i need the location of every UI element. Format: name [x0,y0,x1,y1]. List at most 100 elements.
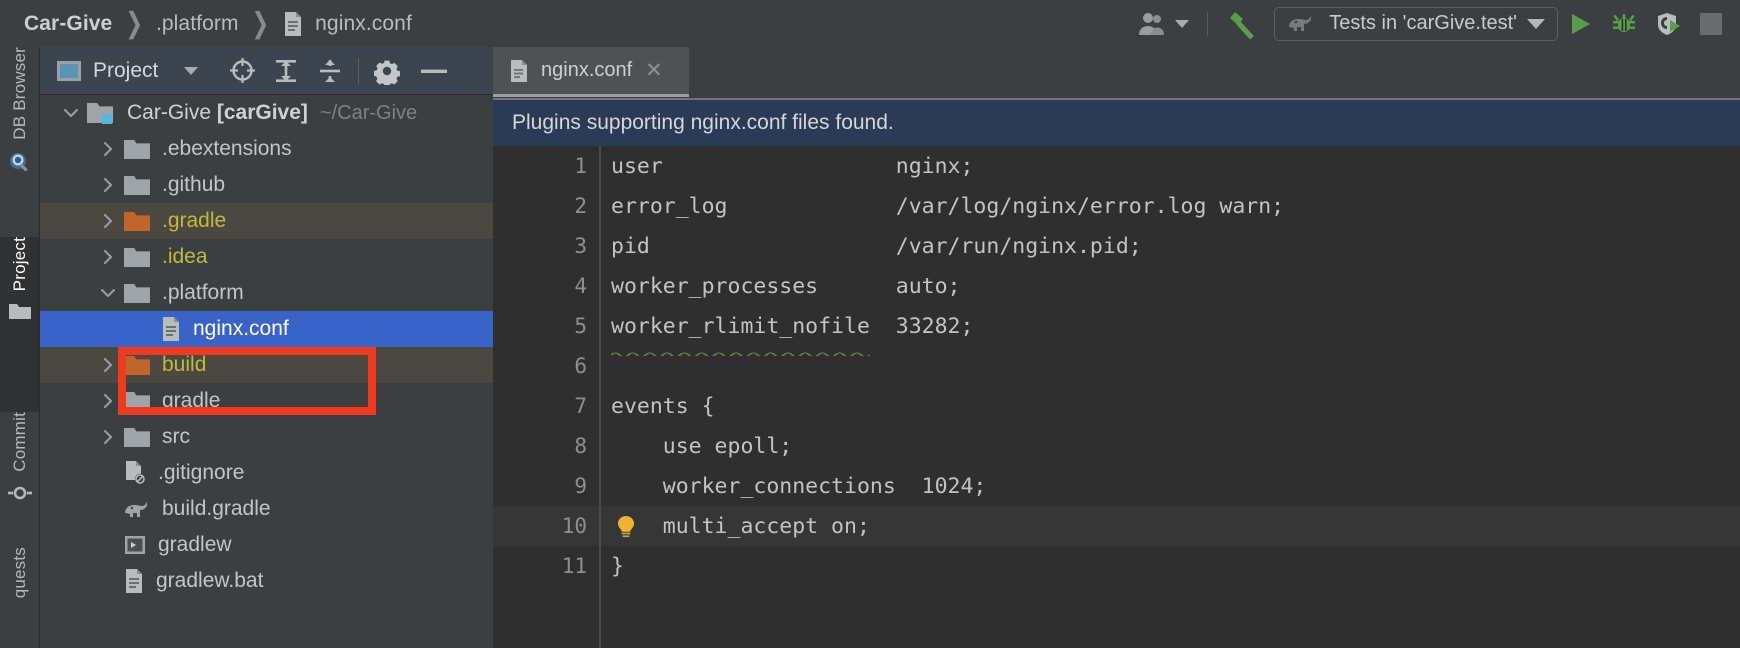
collapse-all-icon[interactable] [308,47,352,95]
project-file-tree[interactable]: Car-Give [carGive] ~/Car-Give .ebextension… [40,95,493,648]
editor-area: nginx.conf ✕ Plugins supporting nginx.co… [493,47,1740,648]
tree-item-label: .gitignore [158,461,245,484]
conf-file-icon [509,59,529,83]
tree-row[interactable]: build [40,347,493,383]
breadcrumb-separator: ❯ [125,7,143,40]
chevron-down-icon[interactable] [184,66,199,75]
sidebar-item-project[interactable]: Project [0,237,39,412]
chevron-right-icon[interactable] [93,140,123,158]
sidebar-label-commit: Commit [9,412,29,472]
tree-row[interactable]: .gitignore [40,455,493,491]
tree-row[interactable]: .github [40,167,493,203]
code-line[interactable]: 7 events { [493,386,1740,426]
chevron-right-icon[interactable] [93,356,123,374]
line-number-gutter: 9 [493,466,599,506]
tree-item-label: gradlew [158,533,232,556]
code-line[interactable]: 8 use epoll; [493,426,1740,466]
chevron-right-icon[interactable] [93,212,123,230]
line-number: 4 [574,274,587,298]
editor-tab-nginx-conf[interactable]: nginx.conf ✕ [493,47,689,97]
user-account-icon [1139,12,1165,35]
chevron-right-icon[interactable] [93,428,123,446]
run-with-coverage-button[interactable] [1646,0,1692,47]
code-line[interactable]: 11} [493,546,1740,586]
build-project-button[interactable] [1218,0,1268,47]
sidebar-item-commit[interactable]: Commit [0,412,39,547]
code-text: pid /var/run/nginx.pid; [611,233,1142,259]
warning-squiggle [609,337,871,358]
hide-panel-icon[interactable] [409,47,459,95]
tree-item-label: gradlew.bat [156,569,264,592]
code-line[interactable]: 1 user nginx; [493,146,1740,186]
gradle-elephant-icon [1289,15,1312,31]
line-number-gutter: 7 [493,386,599,426]
chevron-right-icon[interactable] [93,176,123,194]
run-button[interactable] [1558,0,1602,47]
tree-item-label: src [162,425,190,448]
folder-icon [123,138,151,161]
tree-row[interactable]: src [40,419,493,455]
title-toolbar: Car-Give ❯ .platform ❯ nginx.conf Tests … [0,0,1740,47]
script-file-icon [123,533,147,557]
code-line[interactable]: 6 [493,346,1740,386]
line-number: 2 [574,194,587,218]
tree-row[interactable]: .gradle [40,203,493,239]
tree-item-label: .idea [162,245,208,268]
run-configuration-selector[interactable]: Tests in 'carGive.test' [1274,6,1558,41]
project-panel-toolbar [220,47,459,95]
sidebar-label-pull-requests: quests [9,547,29,599]
breadcrumb-item-folder[interactable]: .platform [156,12,239,36]
gitignore-file-icon [123,460,147,486]
tree-row[interactable]: build.gradle [40,491,493,527]
folder-icon [8,301,32,321]
chevron-down-icon[interactable] [56,104,86,122]
code-line[interactable]: 2 error_log /var/log/nginx/error.log warn… [493,186,1740,226]
module-folder-icon [86,101,116,126]
tree-row[interactable]: gradlew.bat [40,563,493,599]
tree-row[interactable]: .platform [40,275,493,311]
line-number-gutter: 6 [493,346,599,386]
tree-row[interactable]: gradle [40,383,493,419]
chevron-right-icon[interactable] [93,392,123,410]
user-account-button[interactable] [1128,0,1197,47]
debug-button[interactable] [1602,0,1646,47]
sidebar-item-pull-requests[interactable]: quests [0,547,39,648]
sidebar-item-db-browser[interactable]: DB Browser [0,47,39,237]
tree-row[interactable]: .ebextensions [40,131,493,167]
select-opened-file-icon[interactable] [220,47,264,95]
conf-file-icon [123,568,145,594]
chevron-right-icon[interactable] [93,248,123,266]
code-line[interactable]: 5 worker_rlimit_nofile 33282; [493,306,1740,358]
chevron-down-icon[interactable] [93,284,123,302]
editor-tab-label: nginx.conf [541,59,633,81]
breadcrumb-item-project[interactable]: Car-Give [24,12,112,36]
tree-row[interactable]: nginx.conf [40,311,493,347]
line-number-gutter: 2 [493,186,599,226]
tree-item-label: build [162,353,207,376]
code-editor[interactable]: 1 user nginx; 2 error_log /var/log/nginx/er… [493,146,1740,648]
tree-item-label: Car-Give [carGive] [127,101,308,124]
line-number: 6 [574,354,587,378]
toolbar-divider [358,57,360,84]
gutter-divider [599,146,601,648]
code-line[interactable]: 10 multi_accept on; [493,506,1740,546]
code-line[interactable]: 3 pid /var/run/nginx.pid; [493,226,1740,266]
breadcrumb-item-file[interactable]: nginx.conf [315,12,412,36]
tree-row[interactable]: gradlew [40,527,493,563]
settings-gear-icon[interactable] [365,47,409,95]
folder-icon [123,282,151,305]
editor-notification-banner: Plugins supporting nginx.conf files foun… [493,98,1740,146]
run-triangle-icon [1572,13,1590,34]
project-view-icon [56,60,82,82]
code-text: error_log /var/log/nginx/error.log warn; [611,193,1285,219]
stop-button[interactable] [1692,0,1730,47]
line-number: 1 [574,154,587,178]
code-line[interactable]: 4 worker_processes auto; [493,266,1740,306]
close-x-icon[interactable]: ✕ [645,60,663,81]
expand-all-icon[interactable] [264,47,308,95]
line-number: 7 [574,394,587,418]
code-line[interactable]: 9 worker_connections 1024; [493,466,1740,506]
tree-row[interactable]: Car-Give [carGive] ~/Car-Give [40,95,493,131]
sidebar-label-db-browser: DB Browser [9,47,29,140]
tree-row[interactable]: .idea [40,239,493,275]
